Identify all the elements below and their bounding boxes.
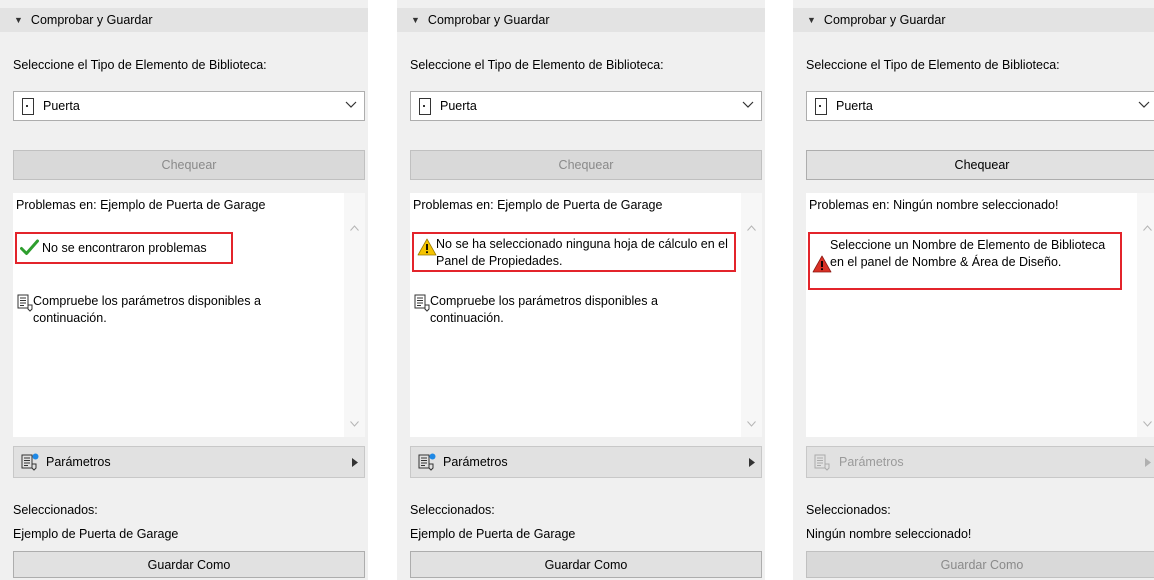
- status-message: Seleccione un Nombre de Elemento de Bibl…: [830, 238, 1106, 269]
- status-message-box: No se ha seleccionado ninguna hoja de cá…: [412, 232, 736, 272]
- warning-icon: [417, 238, 437, 256]
- parameters-label: Parámetros: [46, 455, 111, 469]
- parameters-expander[interactable]: Parámetros: [13, 446, 365, 478]
- parameters-expander[interactable]: Parámetros: [806, 446, 1154, 478]
- panel-title: Comprobar y Guardar: [30, 13, 153, 27]
- check-and-save-panel: ▼ Comprobar y Guardar Seleccione el Tipo…: [793, 0, 1154, 580]
- element-type-value: Puerta: [43, 99, 80, 113]
- element-type-value: Puerta: [440, 99, 477, 113]
- list-scrollbar[interactable]: [741, 193, 762, 437]
- door-icon: [815, 97, 827, 115]
- check-icon: [20, 239, 39, 255]
- problems-title: Problemas en: Ejemplo de Puerta de Garag…: [410, 193, 741, 217]
- chevron-down-icon: [742, 101, 754, 108]
- panel-header[interactable]: ▼ Comprobar y Guardar: [397, 8, 765, 32]
- expand-arrow-icon: [749, 458, 755, 467]
- status-message-box: Seleccione un Nombre de Elemento de Bibl…: [808, 232, 1122, 290]
- panel-title: Comprobar y Guardar: [427, 13, 550, 27]
- save-as-button[interactable]: Guardar Como: [410, 551, 762, 578]
- chevron-down-icon: [1138, 101, 1150, 108]
- selected-value: Ejemplo de Puerta de Garage: [410, 527, 576, 541]
- expand-arrow-icon: [352, 458, 358, 467]
- element-type-label: Seleccione el Tipo de Elemento de Biblio…: [806, 58, 1060, 72]
- info-text: Compruebe los parámetros disponibles a c…: [33, 294, 261, 325]
- error-icon: [812, 255, 832, 273]
- panel-title: Comprobar y Guardar: [823, 13, 946, 27]
- scroll-up-icon[interactable]: [747, 225, 756, 231]
- scroll-down-icon[interactable]: [1143, 421, 1152, 427]
- info-text: Compruebe los parámetros disponibles a c…: [430, 294, 658, 325]
- check-and-save-panel: ▼ Comprobar y Guardar Seleccione el Tipo…: [0, 0, 368, 580]
- list-scrollbar[interactable]: [1137, 193, 1154, 437]
- problems-list: No se ha seleccionado ninguna hoja de cá…: [410, 217, 741, 437]
- scroll-up-icon[interactable]: [350, 225, 359, 231]
- parameters-doc-icon: [414, 294, 430, 312]
- collapse-triangle-icon: ▼: [411, 15, 420, 25]
- selected-value: Ningún nombre seleccionado!: [806, 527, 972, 541]
- parameters-icon: [418, 453, 436, 471]
- check-button[interactable]: Chequear: [13, 150, 365, 180]
- parameters-label: Parámetros: [443, 455, 508, 469]
- problems-title: Problemas en: Ejemplo de Puerta de Garag…: [13, 193, 344, 217]
- selected-label: Seleccionados:: [806, 503, 891, 517]
- check-button[interactable]: Chequear: [806, 150, 1154, 180]
- problems-title: Problemas en: Ningún nombre seleccionado…: [806, 193, 1137, 217]
- door-icon: [22, 97, 34, 115]
- element-type-dropdown[interactable]: Puerta: [410, 91, 762, 121]
- expand-arrow-icon: [1145, 458, 1151, 467]
- element-type-value: Puerta: [836, 99, 873, 113]
- check-and-save-panel: ▼ Comprobar y Guardar Seleccione el Tipo…: [397, 0, 765, 580]
- scroll-down-icon[interactable]: [350, 421, 359, 427]
- element-type-dropdown[interactable]: Puerta: [13, 91, 365, 121]
- check-button[interactable]: Chequear: [410, 150, 762, 180]
- list-scrollbar[interactable]: [344, 193, 365, 437]
- parameters-icon: [814, 454, 830, 471]
- collapse-triangle-icon: ▼: [807, 15, 816, 25]
- parameters-doc-icon: [17, 294, 33, 312]
- status-message: No se encontraron problemas: [42, 241, 207, 255]
- save-as-button[interactable]: Guardar Como: [806, 551, 1154, 578]
- problems-list: No se encontraron problemas Compruebe lo…: [13, 217, 344, 437]
- panel-header[interactable]: ▼ Comprobar y Guardar: [0, 8, 368, 32]
- panel-header[interactable]: ▼ Comprobar y Guardar: [793, 8, 1154, 32]
- selected-label: Seleccionados:: [13, 503, 98, 517]
- scroll-down-icon[interactable]: [747, 421, 756, 427]
- chevron-down-icon: [345, 101, 357, 108]
- status-message-box: No se encontraron problemas: [15, 232, 233, 264]
- parameters-expander[interactable]: Parámetros: [410, 446, 762, 478]
- door-icon: [419, 97, 431, 115]
- status-message: No se ha seleccionado ninguna hoja de cá…: [436, 237, 728, 268]
- save-as-button[interactable]: Guardar Como: [13, 551, 365, 578]
- selected-value: Ejemplo de Puerta de Garage: [13, 527, 179, 541]
- scroll-up-icon[interactable]: [1143, 225, 1152, 231]
- collapse-triangle-icon: ▼: [14, 15, 23, 25]
- element-type-label: Seleccione el Tipo de Elemento de Biblio…: [410, 58, 664, 72]
- element-type-dropdown[interactable]: Puerta: [806, 91, 1154, 121]
- element-type-label: Seleccione el Tipo de Elemento de Biblio…: [13, 58, 267, 72]
- selected-label: Seleccionados:: [410, 503, 495, 517]
- parameters-icon: [21, 453, 39, 471]
- parameters-label: Parámetros: [839, 455, 904, 469]
- problems-list: Seleccione un Nombre de Elemento de Bibl…: [806, 217, 1137, 437]
